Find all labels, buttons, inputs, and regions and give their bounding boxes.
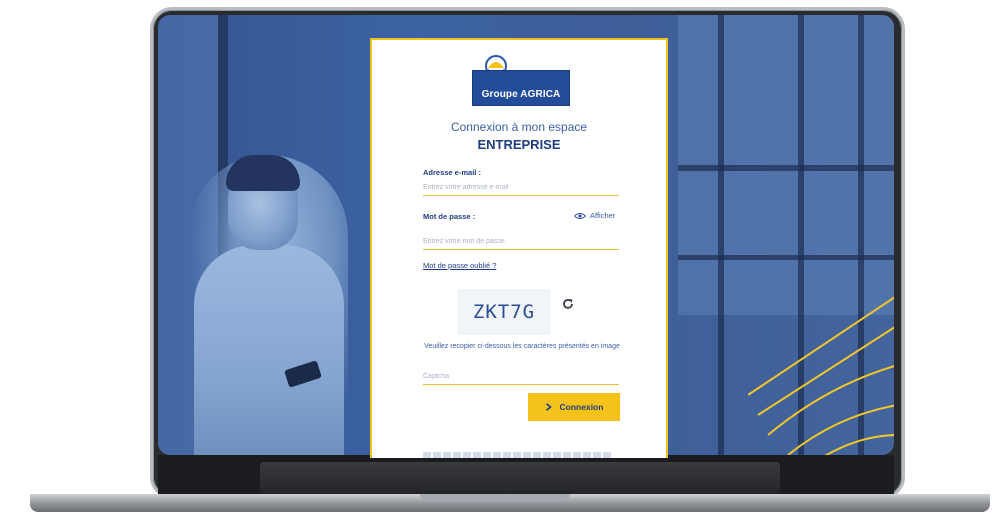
logo-text: Groupe AGRICA [481, 89, 561, 100]
window-frame [678, 255, 894, 260]
show-password-toggle[interactable]: Afficher [574, 211, 615, 220]
captcha-help-text: Veuillez recopier ci-dessous les caractè… [424, 343, 620, 350]
person-hair [226, 155, 300, 191]
card-subtitle: Connexion à mon espace [450, 120, 588, 134]
window-frame [718, 15, 724, 455]
login-button-label: Connexion [559, 402, 604, 412]
window-frame [678, 165, 894, 171]
cut-off-text [423, 452, 613, 458]
captcha-code: ZKT7G [472, 301, 536, 323]
eye-icon [574, 212, 586, 219]
refresh-icon[interactable] [562, 298, 574, 310]
show-password-label: Afficher [590, 211, 616, 220]
email-label: Adresse e-mail : [423, 168, 481, 177]
decorative-lines [748, 296, 894, 455]
email-field[interactable] [423, 180, 619, 196]
login-card: Groupe AGRICA Connexion à mon espace ENT… [370, 38, 668, 458]
forgot-password-link[interactable]: Mot de passe oublié ? [423, 261, 496, 270]
laptop-notch [420, 494, 570, 501]
logo-box: Groupe AGRICA [472, 70, 570, 106]
card-title: ENTREPRISE [477, 137, 561, 152]
person-body [194, 245, 344, 455]
keyboard-reflection [260, 462, 780, 494]
captcha-image: ZKT7G [458, 289, 550, 335]
captcha-input[interactable] [423, 369, 619, 385]
chevron-right-icon [545, 403, 552, 411]
login-button[interactable]: Connexion [528, 393, 620, 421]
password-label: Mot de passe : [423, 212, 476, 221]
password-field[interactable] [423, 234, 619, 250]
